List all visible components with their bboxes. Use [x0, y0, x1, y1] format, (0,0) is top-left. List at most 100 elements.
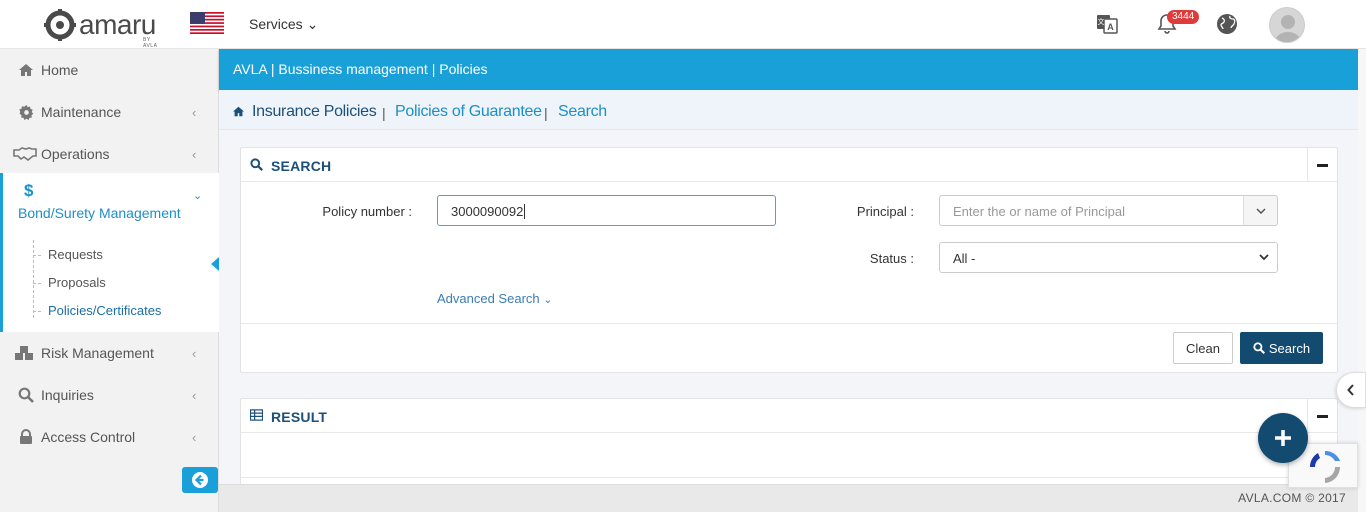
minimize-result-panel-button[interactable] [1307, 399, 1337, 433]
chevron-down-icon: ⌄ [543, 294, 553, 306]
sidebar-item-access-control[interactable]: Access Control ‹ [0, 416, 219, 458]
breadcrumb-separator: | [382, 105, 386, 121]
lock-icon [17, 428, 35, 446]
text-cursor [524, 204, 526, 219]
search-panel: SEARCH Policy number : 3000090092 Princi… [240, 147, 1338, 373]
status-select[interactable]: All - [939, 242, 1278, 273]
notification-badge: 3444 [1167, 10, 1200, 24]
top-header: amaru BY AVLA Services ⌄ A 文 3444 [0, 0, 1366, 49]
result-panel: RESULT [240, 398, 1338, 488]
home-icon[interactable] [232, 106, 245, 117]
sidebar-subitem-requests[interactable]: Requests [33, 247, 103, 262]
services-menu[interactable]: Services ⌄ [249, 16, 318, 33]
minus-icon [1317, 414, 1328, 418]
sidebar-subitem-policies[interactable]: Policies/Certificates [33, 303, 162, 318]
sidebar-item-home[interactable]: Home [0, 49, 219, 91]
principal-dropdown-button[interactable] [1243, 195, 1278, 226]
clean-button[interactable]: Clean [1173, 332, 1233, 364]
recaptcha-icon [1309, 450, 1340, 483]
chevron-left-icon [1347, 384, 1354, 396]
plus-icon [1275, 430, 1291, 446]
cubes-icon [13, 344, 37, 362]
table-icon [250, 409, 263, 421]
policy-number-label: Policy number : [322, 204, 412, 219]
chevron-left-icon: ‹ [192, 104, 197, 120]
minimize-search-panel-button[interactable] [1307, 148, 1337, 182]
logo-mark-icon [44, 9, 76, 41]
sidebar-subnav: Requests Proposals Policies/Certificates [0, 232, 219, 332]
breadcrumb-search[interactable]: Search [558, 103, 607, 121]
advanced-search-link[interactable]: Advanced Search ⌄ [437, 291, 552, 306]
subitem-label: Policies/Certificates [48, 303, 162, 318]
chevron-down-icon: ⌄ [193, 190, 203, 202]
chevron-left-icon: ‹ [192, 387, 197, 403]
sidebar-item-inquiries[interactable]: Inquiries ‹ [0, 374, 219, 416]
user-avatar[interactable] [1269, 7, 1305, 43]
policy-number-value: 3000090092 [451, 204, 524, 219]
search-panel-header: SEARCH [241, 148, 1337, 182]
sidebar-item-operations[interactable]: Operations ‹ [0, 133, 219, 175]
sidebar-item-risk-management[interactable]: Risk Management ‹ [0, 332, 219, 374]
sidebar-item-label: Access Control [41, 429, 136, 445]
search-icon [250, 158, 263, 171]
breadcrumb-separator: | [544, 105, 548, 121]
svg-text:A: A [1107, 22, 1114, 32]
panel-divider [241, 323, 1337, 324]
subnav-guide-line [33, 240, 34, 318]
active-item-indicator [211, 257, 219, 271]
footer: AVLA.COM © 2017 [219, 484, 1358, 512]
footer-copyright: AVLA.COM © 2017 [1238, 491, 1346, 505]
home-icon [17, 61, 35, 79]
section-path-bar: AVLA | Bussiness management | Policies [219, 49, 1358, 90]
gear-icon [17, 103, 35, 121]
principal-placeholder: Enter the or name of Principal [953, 204, 1125, 219]
sidebar-item-bond-surety[interactable]: $ Bond/Surety Management ⌄ [0, 173, 219, 232]
floating-add-button[interactable] [1258, 413, 1308, 463]
dollar-icon: $ [24, 181, 34, 200]
sidebar: Home Maintenance ‹ Operations ‹ $ Bond/S… [0, 49, 219, 512]
arrow-circle-left-icon [192, 472, 208, 488]
search-icon [17, 386, 35, 404]
svg-text:文: 文 [1098, 17, 1105, 26]
handshake-icon [13, 145, 37, 163]
sidebar-subitem-proposals[interactable]: Proposals [33, 275, 106, 290]
page-scrollbar[interactable] [1358, 49, 1366, 512]
sidebar-item-label: Bond/Surety Management [18, 205, 181, 221]
status-label: Status : [869, 251, 914, 266]
logo-subtext: BY AVLA [143, 37, 158, 49]
breadcrumb-insurance-policies[interactable]: Insurance Policies [252, 103, 377, 121]
result-panel-title: RESULT [271, 409, 328, 425]
user-silhouette-icon [1274, 15, 1302, 42]
sidebar-item-label: Home [41, 62, 79, 78]
right-panel-toggle-button[interactable] [1336, 372, 1366, 408]
amaru-logo[interactable]: amaru BY AVLA [43, 8, 157, 49]
chevron-down-icon [1259, 254, 1269, 261]
chevron-left-icon: ‹ [192, 345, 197, 361]
globe-icon[interactable] [1215, 12, 1239, 36]
principal-label: Principal : [856, 204, 914, 219]
chevron-left-icon: ‹ [192, 429, 197, 445]
search-button[interactable]: Search [1240, 332, 1323, 364]
sidebar-item-label: Risk Management [41, 345, 154, 361]
advanced-search-label: Advanced Search [437, 291, 540, 306]
subitem-label: Proposals [48, 275, 106, 290]
sidebar-item-label: Inquiries [41, 387, 94, 403]
subitem-label: Requests [48, 247, 103, 262]
us-flag-icon[interactable] [190, 12, 224, 34]
breadcrumb: Insurance Policies | Policies of Guarant… [219, 90, 1358, 130]
result-panel-header: RESULT [241, 399, 1337, 433]
breadcrumb-policies-guarantee[interactable]: Policies of Guarantee [395, 103, 542, 121]
translate-icon[interactable]: A 文 [1095, 12, 1119, 36]
principal-input[interactable]: Enter the or name of Principal [939, 195, 1244, 226]
sidebar-item-label: Operations [41, 146, 110, 162]
sidebar-item-label: Maintenance [41, 104, 122, 120]
sidebar-item-maintenance[interactable]: Maintenance ‹ [0, 91, 219, 133]
result-table-header-line [241, 477, 1337, 478]
policy-number-input[interactable]: 3000090092 [437, 195, 776, 226]
search-button-label: Search [1268, 340, 1311, 356]
chevron-down-icon [1255, 207, 1266, 214]
status-value: All - [953, 251, 976, 266]
minus-icon [1317, 163, 1328, 167]
collapse-sidebar-button[interactable] [182, 467, 218, 493]
search-icon [1253, 342, 1265, 354]
